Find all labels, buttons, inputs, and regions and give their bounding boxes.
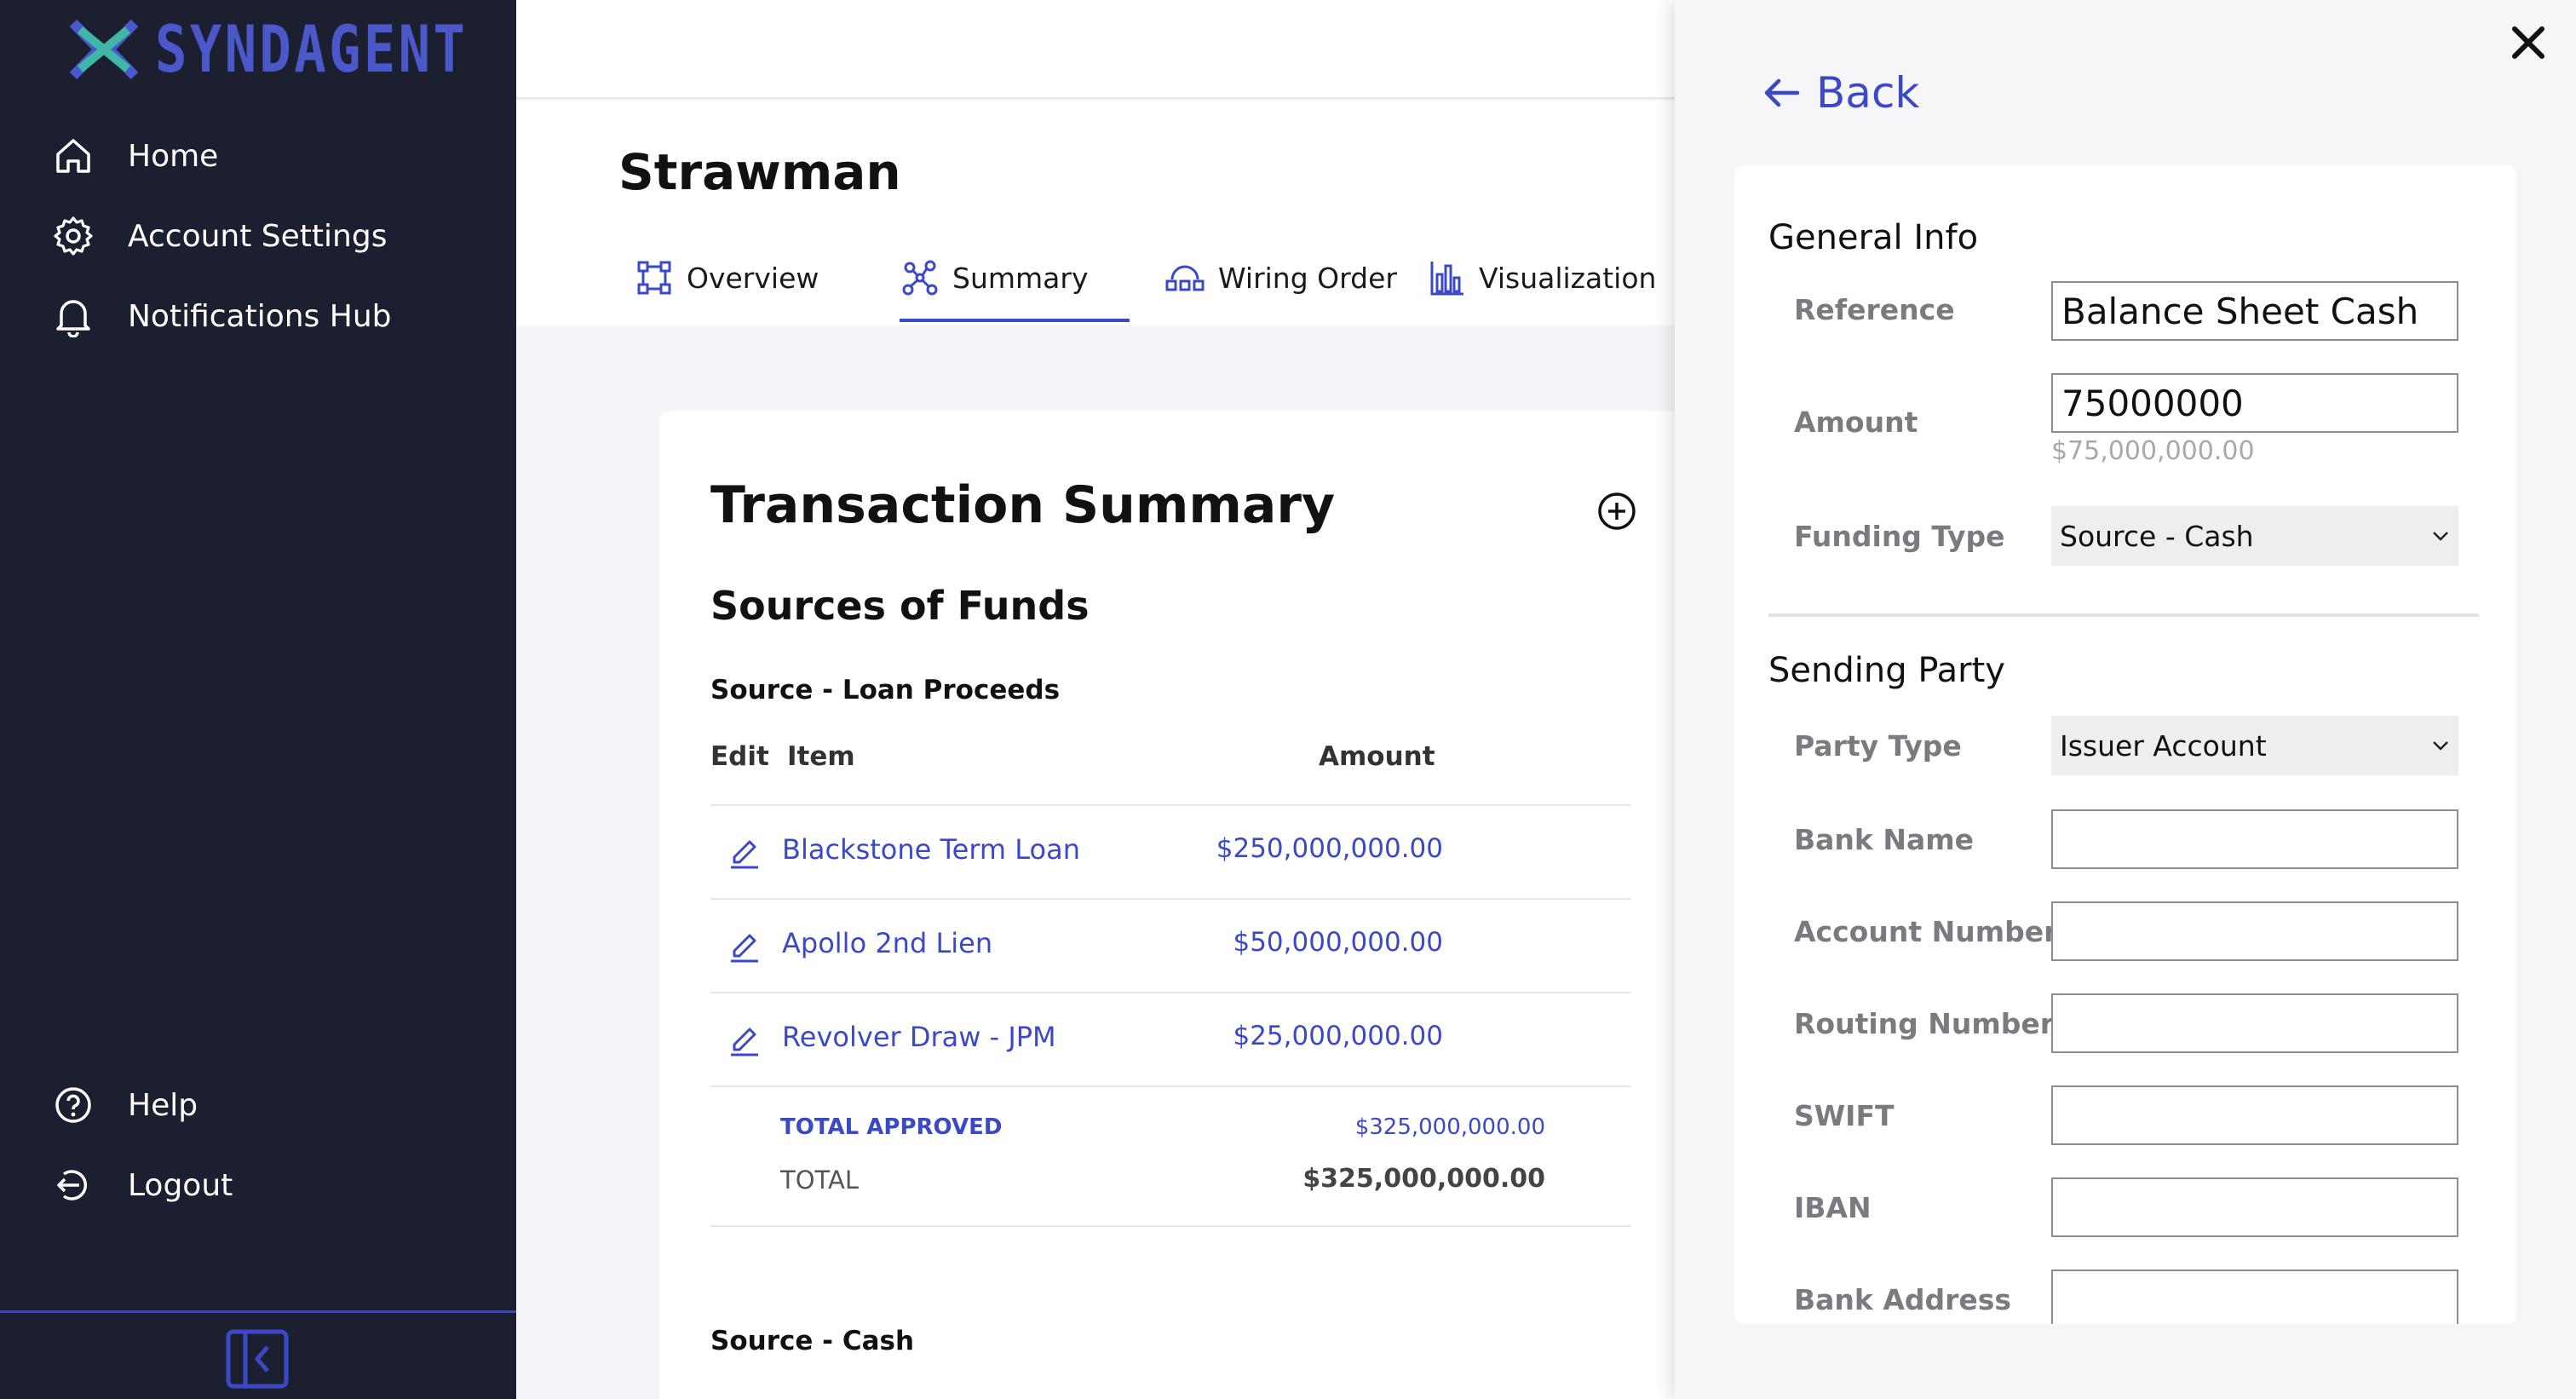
- row-amount: $250,000,000.00: [1216, 833, 1443, 864]
- iban-label: IBAN: [1794, 1191, 1872, 1224]
- sidebar-item-notifications-hub[interactable]: Notifications Hub: [49, 286, 392, 346]
- pencil-icon[interactable]: [727, 930, 762, 964]
- column-header-edit: Edit: [710, 741, 769, 772]
- pencil-icon[interactable]: [727, 1024, 762, 1058]
- reference-input[interactable]: [2051, 281, 2458, 341]
- collapse-sidebar-button[interactable]: [223, 1327, 291, 1391]
- total-amount: $325,000,000.00: [1302, 1164, 1545, 1194]
- home-icon: [49, 132, 97, 180]
- total-label: TOTAL: [780, 1166, 859, 1195]
- section-title-sending-party: Sending Party: [1768, 651, 2005, 690]
- subsection-title: Source - Cash: [710, 1326, 915, 1356]
- chevron-down-icon: [2433, 741, 2448, 751]
- account-number-label: Account Number: [1794, 915, 2058, 948]
- row-amount: $25,000,000.00: [1233, 1021, 1443, 1051]
- amount-input[interactable]: [2051, 373, 2458, 433]
- page-title: Strawman: [618, 143, 901, 201]
- tab-label: Summary: [952, 261, 1089, 295]
- bank-address-input[interactable]: [2051, 1269, 2458, 1324]
- column-header-amount: Amount: [1319, 741, 1435, 772]
- pencil-icon[interactable]: [727, 837, 762, 871]
- add-circle-icon[interactable]: [1596, 491, 1637, 532]
- sidebar-item-logout[interactable]: Logout: [49, 1155, 233, 1215]
- back-button[interactable]: Back: [1762, 68, 1919, 118]
- tab-wiring-order[interactable]: Wiring Order: [1165, 249, 1397, 307]
- sidebar-item-label: Account Settings: [128, 218, 388, 254]
- amount-formatted: $75,000,000.00: [2051, 436, 2255, 466]
- amount-label: Amount: [1794, 406, 1918, 439]
- reference-label: Reference: [1794, 293, 1955, 326]
- account-number-input[interactable]: [2051, 901, 2458, 961]
- tab-label: Wiring Order: [1218, 261, 1397, 295]
- summary-icon: [902, 260, 938, 296]
- tab-label: Overview: [687, 261, 819, 295]
- transaction-summary-card: Transaction Summary Sources of Funds Sou…: [659, 411, 1767, 1399]
- overview-icon: [637, 261, 671, 295]
- sidebar-item-label: Help: [128, 1087, 198, 1123]
- swift-label: SWIFT: [1794, 1099, 1895, 1132]
- total-approved-label: TOTAL APPROVED: [780, 1114, 1003, 1140]
- sidebar-item-account-settings[interactable]: Account Settings: [49, 206, 387, 266]
- row-item-link[interactable]: Apollo 2nd Lien: [782, 927, 992, 959]
- subsection-title: Source - Loan Proceeds: [710, 675, 1061, 705]
- card-title: Transaction Summary: [710, 475, 1336, 535]
- table-row: Blackstone Term Loan $250,000,000.00: [710, 806, 1630, 898]
- sidebar-item-label: Notifications Hub: [128, 298, 392, 334]
- help-icon: [49, 1081, 97, 1129]
- total-approved-amount: $325,000,000.00: [1354, 1114, 1545, 1140]
- routing-number-label: Routing Number: [1794, 1007, 2055, 1040]
- funding-type-value: Source - Cash: [2060, 519, 2254, 553]
- wiring-icon: [1165, 265, 1205, 291]
- bank-name-label: Bank Name: [1794, 823, 1975, 856]
- back-label: Back: [1816, 68, 1920, 118]
- form-card: General Info Reference Amount $75,000,00…: [1734, 165, 2516, 1324]
- brand-logo[interactable]: SYNDAGENT: [68, 15, 537, 83]
- logout-icon: [49, 1161, 97, 1209]
- sidebar-item-home[interactable]: Home: [49, 126, 218, 186]
- tab-summary[interactable]: Summary: [901, 249, 1088, 307]
- funding-type-label: Funding Type: [1794, 520, 2005, 553]
- sidebar-footer: [0, 1310, 516, 1399]
- section-title: Sources of Funds: [710, 583, 1090, 629]
- collapse-sidebar-icon: [226, 1329, 289, 1389]
- brand-name: SYNDAGENT: [155, 11, 469, 87]
- table-row: Apollo 2nd Lien $50,000,000.00: [710, 900, 1630, 992]
- sidebar-item-label: Home: [128, 138, 219, 174]
- bank-address-label: Bank Address: [1794, 1283, 2012, 1316]
- party-type-select[interactable]: Issuer Account: [2051, 716, 2458, 775]
- syndagent-logo-icon: [69, 19, 139, 80]
- sidebar-item-label: Logout: [128, 1167, 233, 1203]
- section-divider: [1768, 613, 2479, 617]
- routing-number-input[interactable]: [2051, 993, 2458, 1053]
- tab-overview[interactable]: Overview: [635, 249, 819, 307]
- tab-label: Visualization: [1479, 261, 1657, 295]
- party-type-label: Party Type: [1794, 729, 1962, 763]
- table-row: Revolver Draw - JPM $25,000,000.00: [710, 993, 1630, 1085]
- iban-input[interactable]: [2051, 1177, 2458, 1237]
- row-item-link[interactable]: Revolver Draw - JPM: [782, 1021, 1056, 1053]
- row-amount: $50,000,000.00: [1233, 927, 1443, 958]
- gear-icon: [49, 212, 97, 260]
- row-divider: [710, 1085, 1630, 1087]
- sidebar-item-help[interactable]: Help: [49, 1075, 198, 1135]
- tab-visualization[interactable]: Visualization: [1429, 249, 1656, 307]
- bank-name-input[interactable]: [2051, 809, 2458, 869]
- swift-input[interactable]: [2051, 1085, 2458, 1145]
- column-header-item: Item: [787, 741, 855, 772]
- row-divider: [710, 1225, 1630, 1227]
- party-type-value: Issuer Account: [2060, 728, 2267, 763]
- chevron-down-icon: [2433, 532, 2448, 541]
- close-icon[interactable]: [2506, 20, 2550, 65]
- funding-type-select[interactable]: Source - Cash: [2051, 506, 2458, 566]
- sidebar: SYNDAGENT Home Account Settings Notifica…: [0, 0, 516, 1399]
- row-item-link[interactable]: Blackstone Term Loan: [782, 833, 1080, 866]
- bell-icon: [49, 292, 97, 340]
- chart-icon: [1430, 262, 1463, 296]
- arrow-left-icon: [1764, 78, 1800, 107]
- section-title-general-info: General Info: [1768, 218, 1979, 257]
- active-tab-indicator: [900, 319, 1130, 322]
